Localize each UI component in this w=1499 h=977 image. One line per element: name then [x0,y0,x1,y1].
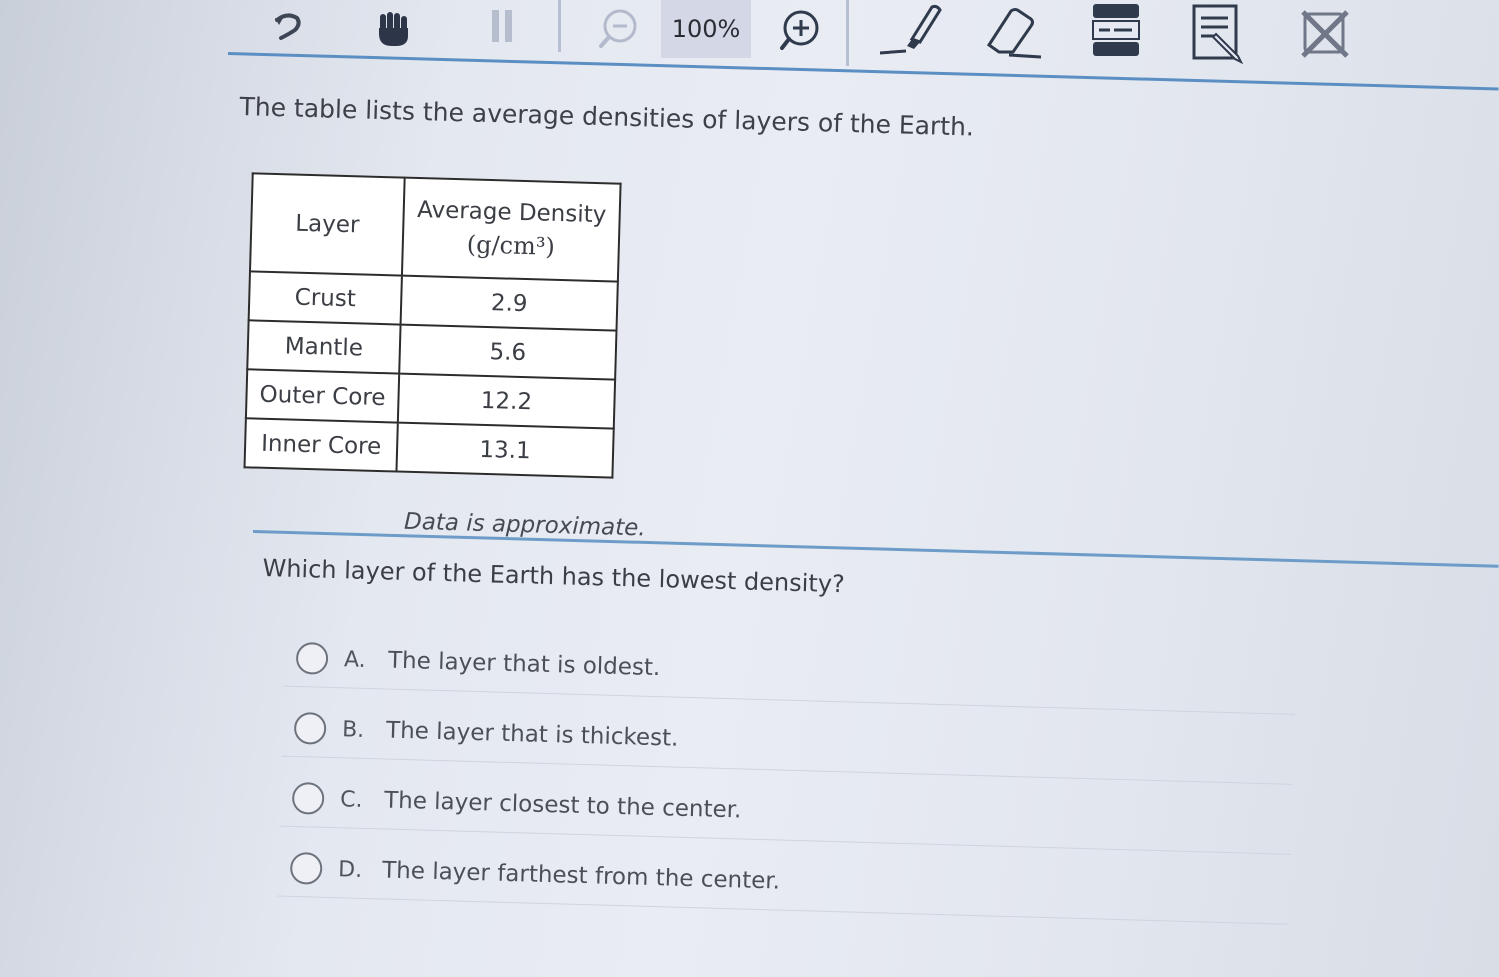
answer-options: A. The layer that is oldest. B. The laye… [289,623,1296,931]
question-text: Which layer of the Earth has the lowest … [262,554,846,599]
pause-tool[interactable] [483,0,523,60]
header-density-units: (g/cm³) [466,230,556,261]
eraser-tool[interactable] [980,0,1046,62]
zoom-out-icon [596,8,640,52]
density-cell: 5.6 [399,324,617,380]
option-letter: B. [341,716,365,743]
notepad-icon [1188,0,1248,64]
zoom-in-tool[interactable] [774,0,824,60]
highlighter-tool[interactable] [873,0,945,62]
pointer-tool[interactable] [264,0,314,60]
header-density: Average Density (g/cm³) [401,177,621,282]
option-letter: D. [337,856,363,883]
highlighter-icon [874,3,944,59]
stimulus-panel: The table lists the average densities of… [239,92,1239,541]
toolbar-separator [558,0,561,52]
answer-eliminator-tool[interactable] [1296,0,1354,64]
layer-cell: Outer Core [245,369,400,423]
line-reader-tool[interactable] [1088,0,1144,62]
header-density-label: Average Density [416,196,607,229]
header-layer: Layer [249,173,405,276]
answer-eliminator-icon [1297,4,1353,60]
zoom-in-icon [777,8,821,52]
zoom-out-tool[interactable] [593,0,643,60]
option-letter: A. [343,646,367,673]
option-text: The layer that is oldest. [387,647,661,682]
eraser-icon [981,3,1045,59]
option-letter: C. [339,786,363,813]
hand-icon [373,10,413,50]
header-layer-label: Layer [294,210,360,239]
radio-button[interactable] [291,781,325,815]
density-cell: 12.2 [397,373,616,429]
line-reader-icon [1090,1,1142,61]
density-cell: 2.9 [400,275,618,331]
density-table-wrapper: Layer Average Density (g/cm³) Crust 2.9 … [243,172,622,479]
density-cell: 13.1 [396,422,614,478]
table-header-row: Layer Average Density (g/cm³) [249,173,621,282]
layer-cell: Inner Core [244,418,398,472]
radio-button[interactable] [289,851,323,885]
layer-cell: Crust [248,271,402,325]
notepad-tool[interactable] [1188,0,1248,64]
pan-tool[interactable] [368,0,418,60]
zoom-level: 100% [661,0,751,58]
toolbar-separator [846,0,849,66]
pause-icon [488,10,518,50]
layer-cell: Mantle [247,320,401,374]
pointer-icon [269,10,309,50]
radio-button[interactable] [295,641,329,675]
radio-button[interactable] [293,711,327,745]
stimulus-intro: The table lists the average densities of… [239,92,975,142]
option-text: The layer closest to the center. [383,787,742,824]
toolbar: 100% [228,0,1499,66]
option-text: The layer that is thickest. [385,717,679,752]
option-text: The layer farthest from the center. [381,857,781,895]
table-row: Inner Core 13.1 [244,418,614,478]
density-table: Layer Average Density (g/cm³) Crust 2.9 … [243,172,622,479]
question-panel: Which layer of the Earth has the lowest … [262,554,1362,895]
